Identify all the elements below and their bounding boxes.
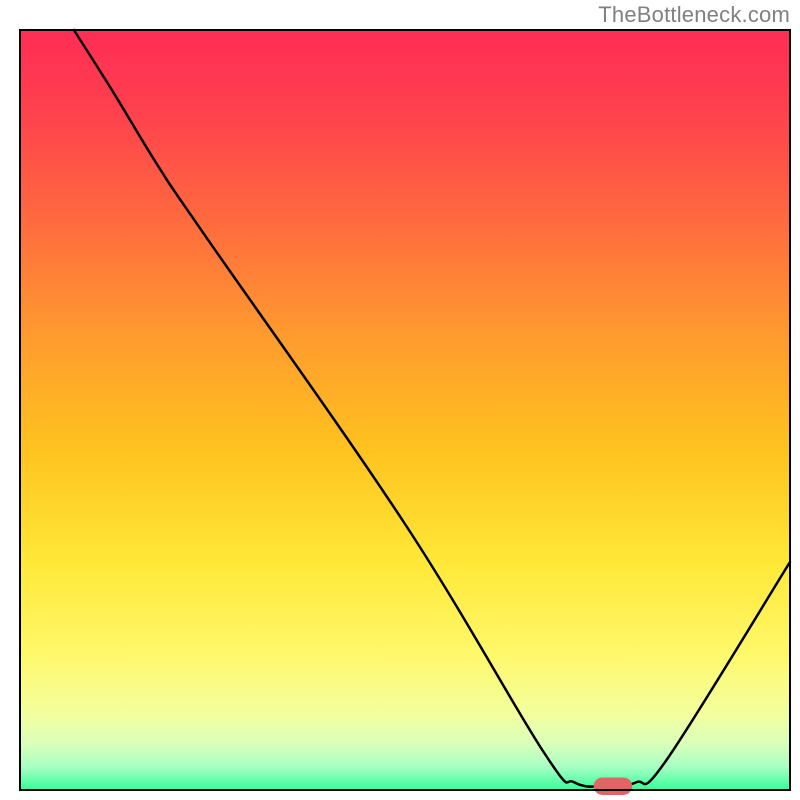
watermark-label: TheBottleneck.com <box>598 2 790 28</box>
chart-container: TheBottleneck.com <box>0 0 800 800</box>
plot-background <box>20 30 790 790</box>
bottleneck-chart <box>0 0 800 800</box>
optimum-marker <box>594 777 633 794</box>
